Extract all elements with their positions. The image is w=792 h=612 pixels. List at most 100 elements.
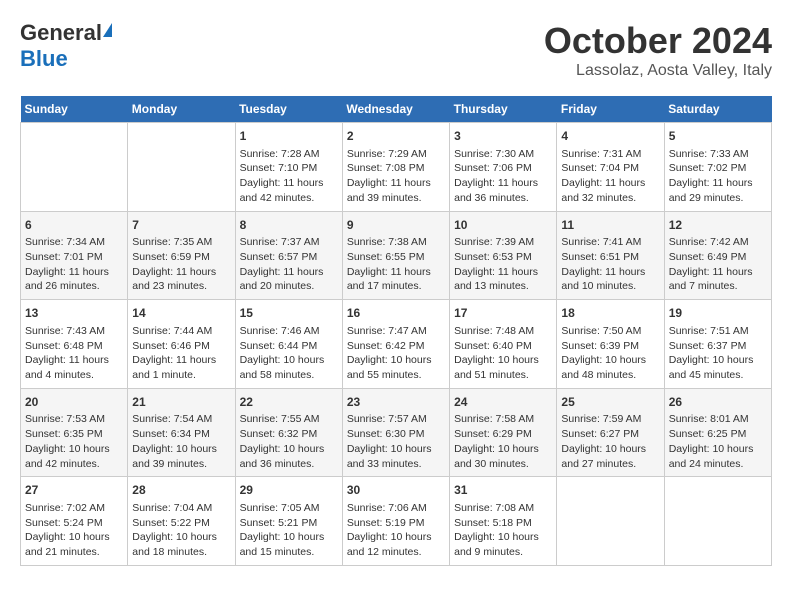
calendar-day-header: Saturday bbox=[664, 96, 771, 123]
calendar-cell: 15Sunrise: 7:46 AM Sunset: 6:44 PM Dayli… bbox=[235, 300, 342, 389]
calendar-cell: 21Sunrise: 7:54 AM Sunset: 6:34 PM Dayli… bbox=[128, 388, 235, 477]
day-info: Sunrise: 7:55 AM Sunset: 6:32 PM Dayligh… bbox=[240, 412, 338, 471]
day-info: Sunrise: 7:39 AM Sunset: 6:53 PM Dayligh… bbox=[454, 235, 552, 294]
day-info: Sunrise: 7:46 AM Sunset: 6:44 PM Dayligh… bbox=[240, 324, 338, 383]
calendar-day-header: Wednesday bbox=[342, 96, 449, 123]
day-info: Sunrise: 7:37 AM Sunset: 6:57 PM Dayligh… bbox=[240, 235, 338, 294]
logo: General Blue bbox=[20, 20, 112, 72]
day-number: 5 bbox=[669, 128, 767, 145]
day-number: 26 bbox=[669, 394, 767, 411]
calendar-cell: 12Sunrise: 7:42 AM Sunset: 6:49 PM Dayli… bbox=[664, 211, 771, 300]
day-number: 21 bbox=[132, 394, 230, 411]
logo-blue-text: Blue bbox=[20, 46, 68, 72]
calendar-cell bbox=[664, 477, 771, 566]
day-info: Sunrise: 7:33 AM Sunset: 7:02 PM Dayligh… bbox=[669, 147, 767, 206]
day-number: 31 bbox=[454, 482, 552, 499]
day-info: Sunrise: 7:35 AM Sunset: 6:59 PM Dayligh… bbox=[132, 235, 230, 294]
day-info: Sunrise: 7:51 AM Sunset: 6:37 PM Dayligh… bbox=[669, 324, 767, 383]
day-number: 12 bbox=[669, 217, 767, 234]
calendar-cell: 14 Sunrise: 7:44 AM Sunset: 6:46 PM Dayli… bbox=[128, 300, 235, 389]
day-info: Sunrise: 7:44 AM Sunset: 6:46 PM Dayligh… bbox=[132, 324, 230, 383]
day-number: 24 bbox=[454, 394, 552, 411]
page-header: General Blue October 2024 Lassolaz, Aost… bbox=[20, 20, 772, 80]
day-number: 11 bbox=[561, 217, 659, 234]
calendar-day-header: Monday bbox=[128, 96, 235, 123]
calendar-cell: 13 Sunrise: 7:43 AM Sunset: 6:48 PM Dayli… bbox=[21, 300, 128, 389]
calendar-cell: 20Sunrise: 7:53 AM Sunset: 6:35 PM Dayli… bbox=[21, 388, 128, 477]
day-number: 30 bbox=[347, 482, 445, 499]
logo-general-text: General bbox=[20, 20, 102, 46]
calendar-day-header: Tuesday bbox=[235, 96, 342, 123]
calendar-cell bbox=[128, 123, 235, 212]
day-number: 14 bbox=[132, 305, 230, 322]
calendar-cell: 7Sunrise: 7:35 AM Sunset: 6:59 PM Daylig… bbox=[128, 211, 235, 300]
calendar-day-header: Friday bbox=[557, 96, 664, 123]
calendar-cell: 18Sunrise: 7:50 AM Sunset: 6:39 PM Dayli… bbox=[557, 300, 664, 389]
day-info: Sunrise: 7:57 AM Sunset: 6:30 PM Dayligh… bbox=[347, 412, 445, 471]
day-info: Sunrise: 7:06 AM Sunset: 5:19 PM Dayligh… bbox=[347, 501, 445, 560]
calendar-cell: 10Sunrise: 7:39 AM Sunset: 6:53 PM Dayli… bbox=[450, 211, 557, 300]
day-info: Sunrise: 7:30 AM Sunset: 7:06 PM Dayligh… bbox=[454, 147, 552, 206]
day-number: 8 bbox=[240, 217, 338, 234]
day-info: Sunrise: 7:34 AM Sunset: 7:01 PM Dayligh… bbox=[25, 235, 123, 294]
day-info: Sunrise: 8:01 AM Sunset: 6:25 PM Dayligh… bbox=[669, 412, 767, 471]
title-block: October 2024 Lassolaz, Aosta Valley, Ita… bbox=[544, 20, 772, 80]
calendar-cell: 1 Sunrise: 7:28 AM Sunset: 7:10 PM Daylig… bbox=[235, 123, 342, 212]
day-number: 6 bbox=[25, 217, 123, 234]
day-number: 16 bbox=[347, 305, 445, 322]
calendar-cell: 4 Sunrise: 7:31 AM Sunset: 7:04 PM Daylig… bbox=[557, 123, 664, 212]
day-info: Sunrise: 7:59 AM Sunset: 6:27 PM Dayligh… bbox=[561, 412, 659, 471]
calendar-cell: 30 Sunrise: 7:06 AM Sunset: 5:19 PM Dayli… bbox=[342, 477, 449, 566]
calendar-cell: 11Sunrise: 7:41 AM Sunset: 6:51 PM Dayli… bbox=[557, 211, 664, 300]
day-info: Sunrise: 7:05 AM Sunset: 5:21 PM Dayligh… bbox=[240, 501, 338, 560]
calendar-cell: 8Sunrise: 7:37 AM Sunset: 6:57 PM Daylig… bbox=[235, 211, 342, 300]
calendar-week-row: 1 Sunrise: 7:28 AM Sunset: 7:10 PM Daylig… bbox=[21, 123, 772, 212]
calendar-cell: 9Sunrise: 7:38 AM Sunset: 6:55 PM Daylig… bbox=[342, 211, 449, 300]
calendar-cell: 31 Sunrise: 7:08 AM Sunset: 5:18 PM Dayli… bbox=[450, 477, 557, 566]
day-number: 4 bbox=[561, 128, 659, 145]
day-info: Sunrise: 7:43 AM Sunset: 6:48 PM Dayligh… bbox=[25, 324, 123, 383]
calendar-week-row: 20Sunrise: 7:53 AM Sunset: 6:35 PM Dayli… bbox=[21, 388, 772, 477]
day-info: Sunrise: 7:08 AM Sunset: 5:18 PM Dayligh… bbox=[454, 501, 552, 560]
day-number: 27 bbox=[25, 482, 123, 499]
calendar-cell: 6Sunrise: 7:34 AM Sunset: 7:01 PM Daylig… bbox=[21, 211, 128, 300]
day-info: Sunrise: 7:58 AM Sunset: 6:29 PM Dayligh… bbox=[454, 412, 552, 471]
calendar-cell: 19Sunrise: 7:51 AM Sunset: 6:37 PM Dayli… bbox=[664, 300, 771, 389]
calendar-day-header: Sunday bbox=[21, 96, 128, 123]
day-info: Sunrise: 7:04 AM Sunset: 5:22 PM Dayligh… bbox=[132, 501, 230, 560]
day-info: Sunrise: 7:31 AM Sunset: 7:04 PM Dayligh… bbox=[561, 147, 659, 206]
logo-triangle-icon bbox=[103, 23, 112, 37]
calendar-header-row: SundayMondayTuesdayWednesdayThursdayFrid… bbox=[21, 96, 772, 123]
day-number: 20 bbox=[25, 394, 123, 411]
day-info: Sunrise: 7:28 AM Sunset: 7:10 PM Dayligh… bbox=[240, 147, 338, 206]
day-number: 28 bbox=[132, 482, 230, 499]
calendar-cell: 27Sunrise: 7:02 AM Sunset: 5:24 PM Dayli… bbox=[21, 477, 128, 566]
day-number: 2 bbox=[347, 128, 445, 145]
calendar-day-header: Thursday bbox=[450, 96, 557, 123]
calendar-cell: 24Sunrise: 7:58 AM Sunset: 6:29 PM Dayli… bbox=[450, 388, 557, 477]
calendar-week-row: 27Sunrise: 7:02 AM Sunset: 5:24 PM Dayli… bbox=[21, 477, 772, 566]
calendar-cell: 28 Sunrise: 7:04 AM Sunset: 5:22 PM Dayli… bbox=[128, 477, 235, 566]
day-number: 25 bbox=[561, 394, 659, 411]
day-number: 3 bbox=[454, 128, 552, 145]
day-number: 17 bbox=[454, 305, 552, 322]
calendar-cell: 5 Sunrise: 7:33 AM Sunset: 7:02 PM Daylig… bbox=[664, 123, 771, 212]
calendar-cell bbox=[557, 477, 664, 566]
calendar-cell: 23Sunrise: 7:57 AM Sunset: 6:30 PM Dayli… bbox=[342, 388, 449, 477]
day-info: Sunrise: 7:41 AM Sunset: 6:51 PM Dayligh… bbox=[561, 235, 659, 294]
day-number: 29 bbox=[240, 482, 338, 499]
calendar-cell: 29 Sunrise: 7:05 AM Sunset: 5:21 PM Dayli… bbox=[235, 477, 342, 566]
calendar-table: SundayMondayTuesdayWednesdayThursdayFrid… bbox=[20, 96, 772, 566]
calendar-cell: 16 Sunrise: 7:47 AM Sunset: 6:42 PM Dayli… bbox=[342, 300, 449, 389]
day-info: Sunrise: 7:48 AM Sunset: 6:40 PM Dayligh… bbox=[454, 324, 552, 383]
day-number: 13 bbox=[25, 305, 123, 322]
day-number: 10 bbox=[454, 217, 552, 234]
day-info: Sunrise: 7:47 AM Sunset: 6:42 PM Dayligh… bbox=[347, 324, 445, 383]
day-info: Sunrise: 7:42 AM Sunset: 6:49 PM Dayligh… bbox=[669, 235, 767, 294]
page-subtitle: Lassolaz, Aosta Valley, Italy bbox=[544, 62, 772, 80]
calendar-cell: 22Sunrise: 7:55 AM Sunset: 6:32 PM Dayli… bbox=[235, 388, 342, 477]
day-info: Sunrise: 7:50 AM Sunset: 6:39 PM Dayligh… bbox=[561, 324, 659, 383]
day-number: 7 bbox=[132, 217, 230, 234]
day-number: 1 bbox=[240, 128, 338, 145]
calendar-week-row: 13 Sunrise: 7:43 AM Sunset: 6:48 PM Dayli… bbox=[21, 300, 772, 389]
